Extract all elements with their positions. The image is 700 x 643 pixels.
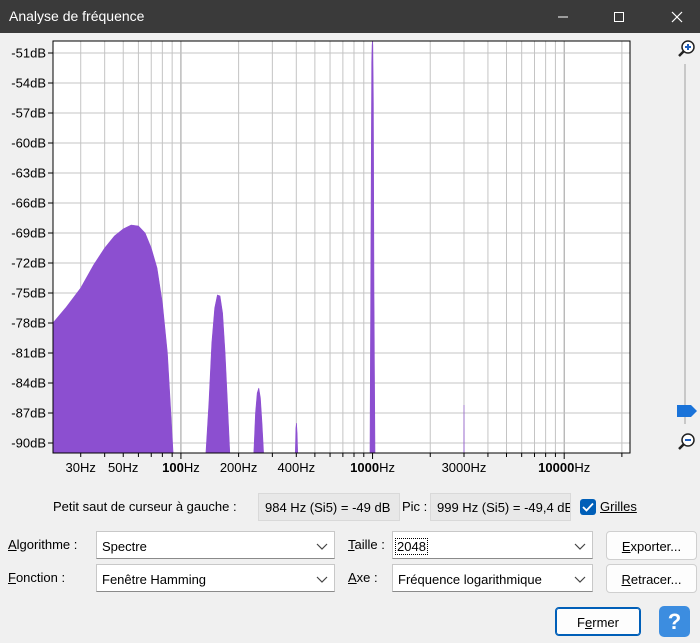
cursor-label: Petit saut de curseur à gauche : [53,499,237,514]
x-tick-label: 200Hz [220,460,258,475]
zoom-out-icon [678,433,695,450]
axis-value: Fréquence logarithmique [398,572,542,587]
chevron-down-icon [316,543,328,550]
close-button[interactable]: Fermer [555,607,641,636]
peak-value-field[interactable]: 999 Hz (Si5) = -49,4 dB [430,493,571,521]
spectrum-chart[interactable]: -51dB -54dB -57dB -60dB -63dB -66dB -69dB -72dB… [0,33,670,493]
grids-checkbox[interactable] [580,499,596,515]
x-tick-label: 10000Hz [538,460,590,475]
y-tick-label: -84dB [11,376,46,391]
close-window-button[interactable] [654,0,700,33]
minimize-icon [558,16,568,17]
replot-button[interactable]: Retracer... [606,564,697,593]
x-tick-label: 50Hz [108,460,138,475]
x-tick-label: 30Hz [66,460,96,475]
chevron-down-icon [316,576,328,583]
algorithm-label: Algorithme : [8,537,78,552]
x-tick-label: 100Hz [162,460,200,475]
axis-label: Axe : [348,570,378,585]
cursor-value-field[interactable]: 984 Hz (Si5) = -49 dB [258,493,400,521]
zoom-out-button[interactable] [676,432,696,452]
y-tick-label: -66dB [11,196,46,211]
y-tick-label: -78dB [11,316,46,331]
y-tick-label: -87dB [11,406,46,421]
x-tick-label: 1000Hz [350,460,395,475]
y-tick-label: -60dB [11,136,46,151]
plot-area: -51dB -54dB -57dB -60dB -63dB -66dB -69dB -72dB… [0,33,700,493]
function-select[interactable]: Fenêtre Hamming [96,564,335,592]
x-tick-label: 3000Hz [442,460,487,475]
zoom-in-button[interactable] [676,39,696,59]
y-tick-label: -57dB [11,106,46,121]
help-icon: ? [667,609,682,634]
function-label: Fonction : [8,570,66,585]
window-title: Analyse de fréquence [9,8,145,24]
size-select[interactable]: 2048 [392,531,593,559]
close-icon [671,11,683,22]
maximize-icon [614,11,624,22]
chevron-down-icon [574,543,586,550]
help-button[interactable]: ? [659,606,690,637]
y-tick-label: -69dB [11,226,46,241]
chevron-down-icon [574,576,586,583]
size-value: 2048 [395,538,428,555]
zoom-slider-thumb[interactable] [677,404,697,418]
slider-thumb-icon [677,405,697,417]
algorithm-select[interactable]: Spectre [96,531,335,559]
peak-label: Pic : [402,499,428,514]
y-tick-label: -81dB [11,346,46,361]
zoom-slider-track[interactable] [684,64,686,424]
y-tick-label: -90dB [11,436,46,451]
minimize-button[interactable] [540,0,586,33]
checkmark-icon [582,502,594,512]
maximize-button[interactable] [596,0,642,33]
size-label: Taille : [348,537,385,552]
grids-label: Grilles [600,499,637,514]
axis-select[interactable]: Fréquence logarithmique [392,564,593,592]
x-tick-label: 400Hz [278,460,316,475]
y-tick-label: -51dB [11,46,46,61]
y-tick-label: -54dB [11,76,46,91]
y-tick-label: -75dB [11,286,46,301]
function-value: Fenêtre Hamming [102,572,207,587]
zoom-in-icon [678,40,695,57]
export-button[interactable]: Exporter... [606,531,697,560]
title-bar: Analyse de fréquence [0,0,700,33]
y-tick-label: -72dB [11,256,46,271]
algorithm-value: Spectre [102,539,147,554]
y-tick-label: -63dB [11,166,46,181]
